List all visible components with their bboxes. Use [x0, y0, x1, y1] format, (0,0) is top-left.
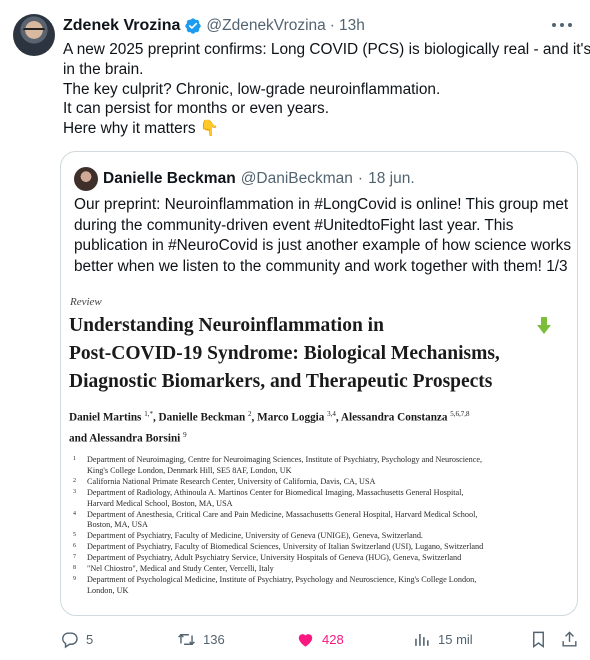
quoted-text-line: publication in #NeuroCovid is just anoth…	[74, 237, 572, 254]
affiliation-line: Harvard Medical School, Boston, MA, USA	[87, 498, 233, 508]
share-button[interactable]	[560, 630, 579, 649]
quoted-text-line: better when we listen to the community a…	[74, 257, 568, 275]
affiliation-item: 4 Department of Anesthesia, Critical Care…	[73, 510, 573, 532]
author-name[interactable]: Zdenek Vrozina	[63, 17, 180, 35]
tweet-actions: 5 136 428 15 mil	[60, 624, 580, 658]
separator-dot: ·	[357, 170, 364, 187]
tweet-timestamp[interactable]: 13h	[339, 17, 365, 35]
affiliation-item: 5 Department of Psychiatry, Faculty of Me…	[73, 531, 573, 542]
author-name: Alessandra Borsini	[89, 432, 181, 445]
views-count: 15 mil	[438, 632, 473, 647]
tweet-text-line: It can persist for months or even years.	[63, 100, 330, 118]
affiliation-line: Department of Psychiatry, Adult Psychiat…	[87, 553, 462, 563]
repost-icon	[178, 633, 195, 646]
affiliation-line: Department of Neuroimaging, Centre for N…	[87, 455, 483, 464]
author-name: Danielle Beckman	[158, 411, 246, 424]
bookmark-button[interactable]	[529, 630, 548, 649]
tweet-text-line: A new 2025 preprint confirms: Long COVID…	[63, 41, 590, 58]
quoted-author-handle: @DaniBeckman	[240, 170, 353, 187]
repost-count: 136	[203, 632, 225, 647]
tweet-text: A new 2025 preprint confirms: Long COVID…	[63, 40, 590, 139]
affiliation-item: 9 Department of Psychological Medicine, I…	[73, 575, 573, 597]
quoted-tweet[interactable]: Danielle Beckman @DaniBeckman · 18 jun. …	[60, 151, 578, 616]
author-handle[interactable]: @ZdenekVrozina	[206, 17, 325, 35]
tweet-text-line: The key culprit? Chronic, low-grade neur…	[63, 80, 441, 98]
author-name: Daniel Martins	[69, 411, 142, 424]
affiliation-item: 6 Department of Psychiatry, Faculty of Bi…	[73, 542, 573, 553]
affiliation-line: California National Primate Research Cen…	[87, 476, 376, 486]
like-count: 428	[322, 632, 344, 647]
paper-type-label: Review	[70, 296, 102, 308]
affiliation-number: 4	[73, 510, 76, 517]
affiliation-item: 3 Department of Radiology, Athinoula A. M…	[73, 488, 573, 510]
affiliation-number: 6	[73, 543, 76, 550]
paper-affiliations: 1 Department of Neuroimaging, Centre for …	[73, 455, 573, 597]
quoted-timestamp: 18 jun.	[368, 170, 415, 187]
author-avatar[interactable]	[13, 14, 55, 56]
paper-title-line: Post-COVID-19 Syndrome: Biological Mecha…	[69, 343, 500, 364]
affiliation-line: Boston, MA, USA	[87, 520, 148, 530]
affiliation-line: King's College London, Denmark Hill, SE5…	[87, 465, 292, 475]
author-affil-ref: 3,4	[327, 410, 336, 418]
author-affil-ref: 9	[183, 430, 187, 439]
affiliation-line: Department of Psychiatry, Faculty of Bio…	[87, 542, 484, 552]
author-name: Marco Loggia	[257, 411, 325, 424]
affiliation-number: 3	[73, 488, 76, 495]
affiliation-item: 1 Department of Neuroimaging, Centre for …	[73, 455, 573, 477]
quoted-author-name: Danielle Beckman	[103, 170, 236, 187]
reply-button[interactable]: 5	[60, 630, 93, 649]
author-affil-ref: 5,6,7,8	[450, 410, 470, 418]
check-for-updates-icon	[536, 317, 552, 335]
paper-title-line: Diagnostic Biomarkers, and Therapeutic P…	[69, 371, 493, 392]
like-button[interactable]: 428	[296, 630, 344, 649]
affiliation-line: Department of Radiology, Athinoula A. Ma…	[87, 487, 464, 497]
quoted-text-line: Our preprint: Neuroinflammation in #Long…	[74, 196, 569, 213]
affiliation-number: 5	[73, 532, 76, 539]
bookmark-icon	[533, 631, 544, 649]
affiliation-number: 8	[73, 565, 76, 572]
author-affil-ref: 1,*	[144, 410, 153, 418]
affiliation-number: 9	[73, 575, 76, 582]
quoted-author-avatar	[74, 167, 98, 191]
tweet-header: Zdenek Vrozina @ZdenekVrozina · 13h	[63, 15, 550, 37]
tweet[interactable]: Zdenek Vrozina @ZdenekVrozina · 13h A ne…	[0, 0, 590, 660]
quoted-tweet-header: Danielle Beckman @DaniBeckman · 18 jun.	[103, 167, 415, 191]
affiliation-line: Department of Psychiatry, Faculty of Med…	[87, 531, 423, 541]
reply-count: 5	[86, 632, 94, 647]
verified-badge-icon	[184, 17, 202, 35]
heart-icon	[298, 634, 313, 647]
affiliation-number: 1	[73, 456, 76, 462]
paper-authors: Daniel Martins 1,*, Danielle Beckman 2, …	[69, 410, 470, 445]
affiliation-item: 8 "Nel Chiostro", Medical and Study Cente…	[73, 564, 573, 575]
affiliation-line: Department of Anesthesia, Critical Care …	[87, 509, 478, 519]
author-affil-ref: 2	[248, 410, 252, 418]
affiliation-line: Department of Psychological Medicine, In…	[87, 574, 477, 584]
quoted-text-line: during the community-driven event #Unite…	[74, 216, 514, 234]
affiliation-number: 2	[73, 477, 76, 484]
views-icon	[415, 633, 429, 646]
share-icon	[562, 631, 577, 647]
affiliation-item: 7 Department of Psychiatry, Adult Psychia…	[73, 553, 573, 564]
affiliation-item: 2 California National Primate Research Ce…	[73, 477, 573, 488]
views-button[interactable]: 15 mil	[412, 630, 473, 649]
quoted-tweet-text: Our preprint: Neuroinflammation in #Long…	[74, 195, 574, 277]
affiliation-number: 7	[73, 554, 76, 561]
paper-image[interactable]: Review Understanding Neuroinflammation i…	[61, 289, 577, 615]
repost-button[interactable]: 136	[177, 630, 225, 649]
reply-icon	[62, 632, 78, 649]
more-options-icon[interactable]	[552, 18, 572, 32]
separator-dot: ·	[329, 17, 335, 34]
paper-title-line: Understanding Neuroinflammation in	[69, 315, 384, 336]
affiliation-line: "Nel Chiostro", Medical and Study Center…	[87, 564, 274, 574]
paper-title: Understanding Neuroinflammation in Post-…	[69, 312, 569, 396]
affiliation-line: London, UK	[87, 585, 129, 595]
author-name: Alessandra Constanza	[340, 411, 448, 424]
tweet-text-line: Here why it matters 👇	[63, 120, 220, 138]
tweet-text-line: in the brain.	[63, 60, 144, 78]
